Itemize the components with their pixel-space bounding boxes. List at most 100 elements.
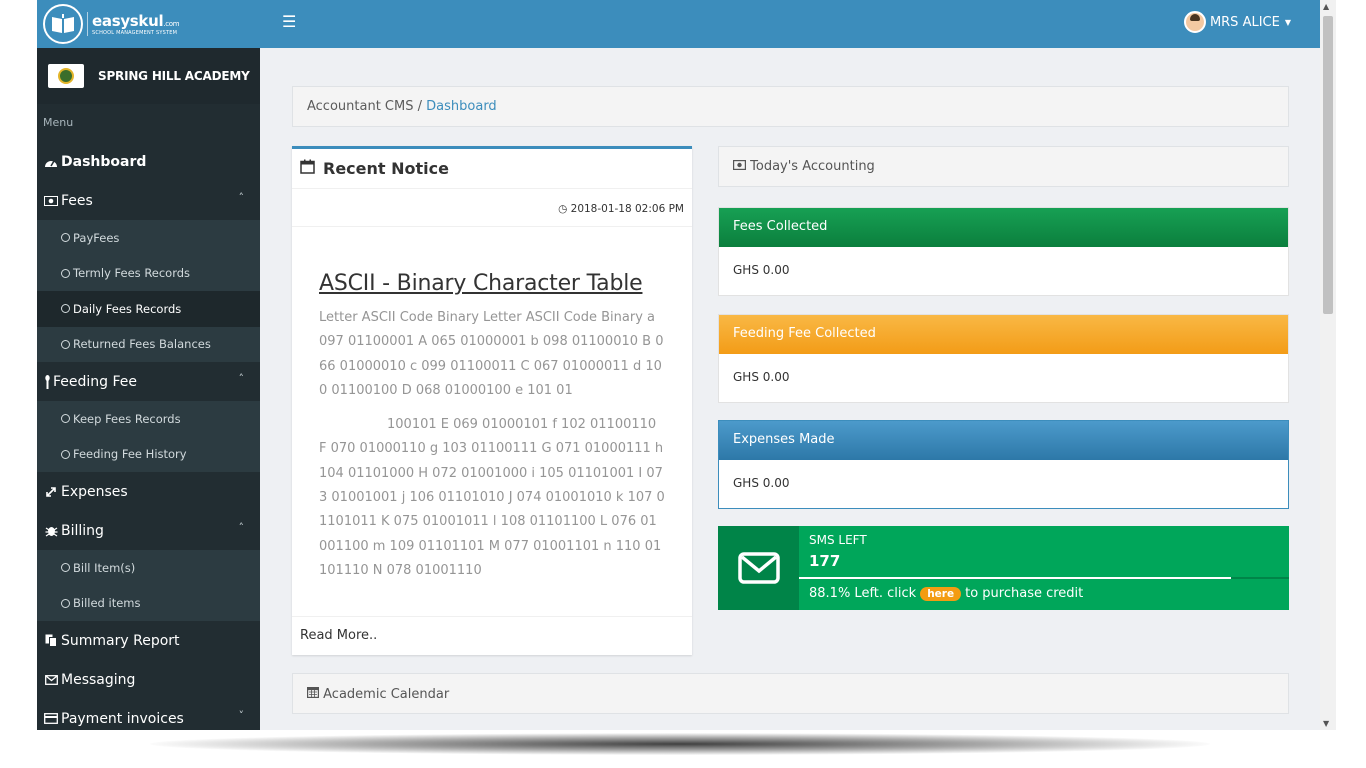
sms-progress-fill xyxy=(799,577,1231,579)
caret-down-icon: ▼ xyxy=(1284,17,1291,27)
sidebar-item-feeding-fee[interactable]: Feeding Fee ˄ xyxy=(37,362,260,401)
sidebar-subitem-keep-fees-records[interactable]: Keep Fees Records xyxy=(37,401,260,437)
box-value: GHS 0.00 xyxy=(733,370,790,384)
box-title: Feeding Fee Collected xyxy=(719,315,1288,354)
fees-collected-box: Fees Collected GHS 0.00 xyxy=(718,207,1289,296)
sms-description: 88.1% Left. click here to purchase credi… xyxy=(809,586,1083,601)
accounting-header: Today's Accounting xyxy=(718,146,1289,187)
sidebar-item-fees[interactable]: Fees ˄ xyxy=(37,181,260,220)
circle-icon xyxy=(61,598,70,608)
chevron-down-icon[interactable]: ˅ xyxy=(239,709,245,722)
sidebar-item-label: Fees xyxy=(61,192,93,209)
copy-icon xyxy=(43,634,59,647)
sidebar-item-billing[interactable]: Billing ˄ xyxy=(37,511,260,550)
user-name: MRS ALICE xyxy=(1209,14,1280,30)
money-icon xyxy=(733,159,750,174)
logo[interactable]: easyskul.com SCHOOL MANAGEMENT SYSTEM xyxy=(37,0,260,48)
sidebar-item-label: Billing xyxy=(61,522,104,539)
envelope-icon xyxy=(718,526,799,610)
sidebar-subitem-payfees[interactable]: PayFees xyxy=(37,220,260,256)
avatar xyxy=(1183,11,1206,33)
sidebar-item-messaging[interactable]: Messaging xyxy=(37,660,260,699)
sms-percent-text: 88.1% Left. click xyxy=(809,586,917,601)
brand-name: easyskul xyxy=(92,12,164,30)
sidebar-subitem-label: Termly Fees Records xyxy=(73,266,191,281)
menu-toggle-icon[interactable]: ☰ xyxy=(282,12,296,31)
read-more-link[interactable]: Read More.. xyxy=(292,616,692,653)
brand-suffix: .com xyxy=(163,20,180,28)
breadcrumb-separator: / xyxy=(417,99,423,114)
app-window: easyskul.com SCHOOL MANAGEMENT SYSTEM SP… xyxy=(37,0,1336,730)
clock-icon: ◷ xyxy=(558,203,568,215)
circle-icon xyxy=(61,233,70,243)
school-crest-icon xyxy=(48,64,84,88)
credit-card-icon xyxy=(43,713,59,724)
circle-icon xyxy=(61,563,70,573)
scroll-up-icon[interactable]: ▲ xyxy=(1323,2,1329,11)
cutlery-icon xyxy=(43,374,51,389)
chevron-up-icon[interactable]: ˄ xyxy=(239,372,245,385)
scroll-down-icon[interactable]: ▼ xyxy=(1323,719,1329,728)
sidebar-subitem-feeding-fee-history[interactable]: Feeding Fee History xyxy=(37,436,260,472)
expenses-box: Expenses Made GHS 0.00 xyxy=(718,420,1289,509)
breadcrumb-current[interactable]: Dashboard xyxy=(426,99,497,114)
sms-label: SMS LEFT xyxy=(809,533,867,547)
sidebar-subitem-label: Billed items xyxy=(73,596,141,611)
sms-info-box: SMS LEFT 177 88.1% Left. click here to p… xyxy=(718,526,1289,610)
sidebar-subitem-label: Keep Fees Records xyxy=(73,411,181,426)
calendar-title: Academic Calendar xyxy=(323,687,450,702)
sidebar-subitem-label: PayFees xyxy=(73,230,120,245)
recent-notice-panel: Recent Notice ◷ 2018-01-18 02:06 PM ASCI… xyxy=(292,146,692,655)
notice-date: 2018-01-18 02:06 PM xyxy=(570,203,684,215)
user-menu[interactable]: MRS ALICE ▼ xyxy=(1183,11,1291,33)
sidebar-subitem-billed-items[interactable]: Billed items xyxy=(37,585,260,621)
notice-heading[interactable]: ASCII - Binary Character Table xyxy=(319,271,665,296)
circle-icon xyxy=(61,414,70,424)
sidebar-item-label: Summary Report xyxy=(61,632,180,649)
sms-purchase-text: to purchase credit xyxy=(965,586,1084,601)
sidebar-subitem-termly-fees-records[interactable]: Termly Fees Records xyxy=(37,255,260,291)
breadcrumb-root[interactable]: Accountant CMS xyxy=(307,99,413,114)
sidebar-subitem-daily-fees-records[interactable]: Daily Fees Records xyxy=(37,291,260,327)
money-icon xyxy=(43,195,59,206)
circle-icon xyxy=(61,339,70,349)
sidebar-item-label: Expenses xyxy=(61,483,128,500)
sidebar-item-summary-report[interactable]: Summary Report xyxy=(37,621,260,660)
expand-icon xyxy=(43,486,59,498)
envelope-icon xyxy=(43,674,59,685)
sidebar-item-label: Feeding Fee xyxy=(53,373,138,390)
box-value: GHS 0.00 xyxy=(733,263,790,277)
school-panel: SPRING HILL ACADEMY xyxy=(37,48,260,104)
sidebar-subitem-bill-items[interactable]: Bill Item(s) xyxy=(37,550,260,586)
sidebar-subitem-label: Feeding Fee History xyxy=(73,447,187,462)
vertical-scrollbar[interactable]: ▲ ▼ xyxy=(1320,0,1336,730)
book-logo-icon xyxy=(43,4,83,44)
box-title: Fees Collected xyxy=(719,208,1288,247)
sidebar-item-expenses[interactable]: Expenses xyxy=(37,472,260,511)
sidebar-subitem-label: Returned Fees Balances xyxy=(73,337,211,352)
sidebar-item-dashboard[interactable]: Dashboard xyxy=(37,142,260,181)
chevron-up-icon[interactable]: ˄ xyxy=(239,191,245,204)
box-value: GHS 0.00 xyxy=(733,476,790,490)
purchase-here-button[interactable]: here xyxy=(920,586,962,601)
circle-icon xyxy=(61,449,70,459)
sidebar-item-label: Payment invoices xyxy=(61,710,184,727)
sidebar: easyskul.com SCHOOL MANAGEMENT SYSTEM SP… xyxy=(37,0,260,730)
chevron-up-icon[interactable]: ˄ xyxy=(239,521,245,534)
scrollbar-thumb[interactable] xyxy=(1323,16,1333,314)
sidebar-subitem-returned-fees-balances[interactable]: Returned Fees Balances xyxy=(37,326,260,362)
box-title: Expenses Made xyxy=(719,421,1288,460)
frame-shadow xyxy=(150,733,1210,755)
circle-icon xyxy=(61,304,70,314)
circle-icon xyxy=(61,268,70,278)
sidebar-subitem-label: Daily Fees Records xyxy=(73,301,182,316)
notice-paragraph: Letter ASCII Code Binary Letter ASCII Co… xyxy=(319,310,664,398)
sms-count: 177 xyxy=(809,552,841,570)
school-name: SPRING HILL ACADEMY xyxy=(98,69,250,83)
top-navbar: ☰ MRS ALICE ▼ xyxy=(260,0,1320,48)
dashboard-icon xyxy=(43,156,59,168)
accounting-title: Today's Accounting xyxy=(750,159,875,174)
sidebar-item-payment-invoices[interactable]: Payment invoices ˅ xyxy=(37,699,260,730)
sidebar-item-label: Messaging xyxy=(61,671,136,688)
calendar-icon xyxy=(307,687,323,702)
